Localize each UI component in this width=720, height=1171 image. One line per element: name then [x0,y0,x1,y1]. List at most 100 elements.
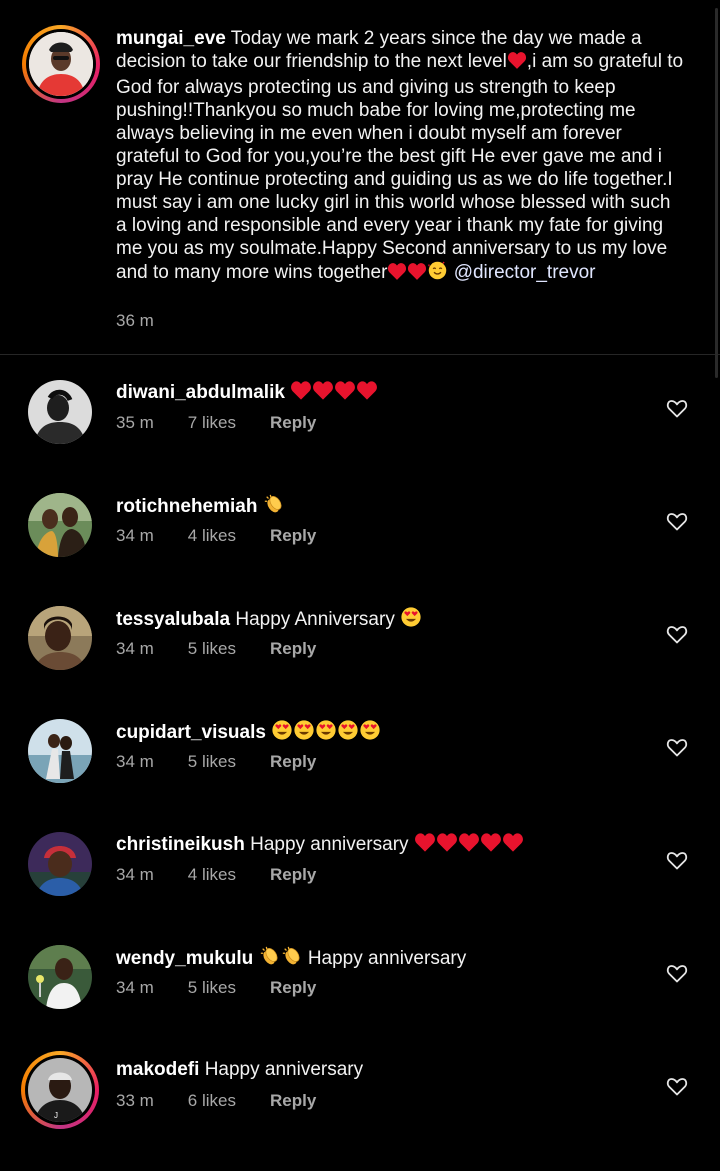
heart-emoji [458,832,480,860]
heart-eyes-emoji [315,719,337,748]
commenter-story-ring[interactable]: J [21,1051,99,1129]
comment-item: cupidart_visuals 34 m 5 likes Reply [0,719,720,832]
comment-timestamp: 34 m [116,526,154,545]
comment-meta: 35 m 7 likes Reply [116,413,316,433]
comment-body: diwani_abdulmalik [116,380,378,408]
clapping-hands-emoji [281,945,303,974]
heart-eyes-emoji [400,606,422,635]
comment-username[interactable]: wendy_mukulu [116,948,253,969]
heart-eyes-emoji [293,719,315,748]
heart-eyes-emoji [359,719,381,748]
heart-outline-icon[interactable] [665,848,689,872]
comment-meta: 34 m 5 likes Reply [116,978,316,998]
heart-emoji [414,832,436,860]
comment-meta: 34 m 5 likes Reply [116,639,316,659]
caption-username[interactable]: mungai_eve [116,28,226,49]
comment-username[interactable]: rotichnehemiah [116,496,257,517]
caption-text: mungai_eve Today we mark 2 years since t… [116,27,686,287]
author-avatar[interactable] [29,32,93,96]
scrollbar[interactable] [715,8,718,378]
comment-timestamp: 34 m [116,639,154,658]
heart-eyes-emoji [337,719,359,748]
comment-text: Happy anniversary [250,834,409,855]
comment-timestamp: 33 m [116,1091,154,1110]
caption-body-continued: ,i am so grateful to God for always prot… [116,51,684,283]
heart-outline-icon[interactable] [665,735,689,759]
comment-likes-count[interactable]: 5 likes [188,752,236,772]
comment-body: makodefi Happy anniversary [116,1058,363,1082]
heart-outline-icon[interactable] [665,961,689,985]
comment-item: rotichnehemiah 34 m 4 likes Reply [0,493,720,606]
reply-button[interactable]: Reply [270,865,316,885]
reply-button[interactable]: Reply [270,413,316,433]
comment-username[interactable]: cupidart_visuals [116,722,266,743]
mention-link[interactable]: @director_trevor [454,262,596,283]
svg-text:J: J [54,1111,58,1120]
clapping-hands-emoji [263,493,285,522]
comment-username[interactable]: diwani_abdulmalik [116,382,285,403]
commenter-avatar[interactable] [28,832,92,896]
comment-body: cupidart_visuals [116,719,381,748]
commenter-avatar[interactable] [28,945,92,1009]
commenter-avatar[interactable] [28,719,92,783]
comment-timestamp: 34 m [116,978,154,997]
reply-button[interactable]: Reply [270,1091,316,1111]
reply-button[interactable]: Reply [270,639,316,659]
comment-text: Happy anniversary [204,1059,364,1080]
post-caption: mungai_eve Today we mark 2 years since t… [0,0,720,354]
commenter-avatar[interactable]: J [28,1058,92,1122]
comment-likes-count[interactable]: 5 likes [188,639,236,659]
heart-outline-icon[interactable] [665,396,689,420]
comment-item: Jmakodefi Happy anniversary 33 m 6 likes R… [0,1051,720,1171]
comment-body: wendy_mukulu Happy anniversary [116,945,466,974]
clapping-hands-emoji [259,945,281,974]
commenter-avatar[interactable] [28,380,92,444]
heart-emoji [312,380,334,408]
comment-timestamp: 34 m [116,865,154,884]
comment-meta: 33 m 6 likes Reply [116,1091,316,1111]
heart-emoji [480,832,502,860]
heart-emoji [387,262,407,287]
comment-body: tessyalubala Happy Anniversary [116,606,422,635]
heart-emoji [502,832,524,860]
comment-item: wendy_mukulu Happy anniversary 34 m 5 like… [0,945,720,1058]
comment-text: Happy anniversary [307,948,467,969]
comment-likes-count[interactable]: 5 likes [188,978,236,998]
comment-username[interactable]: tessyalubala [116,609,230,630]
comment-username[interactable]: christineikush [116,834,245,855]
comment-meta: 34 m 4 likes Reply [116,526,316,546]
caption-timestamp: 36 m [116,311,154,330]
comment-meta: 34 m 5 likes Reply [116,752,316,772]
reply-button[interactable]: Reply [270,752,316,772]
comment-likes-count[interactable]: 4 likes [188,865,236,885]
caption-divider [0,354,720,355]
comment-meta: 34 m 4 likes Reply [116,865,316,885]
reply-button[interactable]: Reply [270,978,316,998]
heart-outline-icon[interactable] [665,509,689,533]
comment-likes-count[interactable]: 4 likes [188,526,236,546]
comment-timestamp: 35 m [116,413,154,432]
heart-emoji [407,262,427,287]
comment-item: tessyalubala Happy Anniversary 34 m 5 lik… [0,606,720,719]
comment-timestamp: 34 m [116,752,154,771]
commenter-avatar[interactable] [28,606,92,670]
heart-outline-icon[interactable] [665,1074,689,1098]
heart-emoji [436,832,458,860]
comment-body: christineikush Happy anniversary [116,832,524,860]
comment-text: Happy Anniversary [235,609,395,630]
author-story-ring[interactable] [22,25,100,103]
reply-button[interactable]: Reply [270,526,316,546]
comment-likes-count[interactable]: 6 likes [188,1091,236,1111]
smiling-face-with-hearts-emoji [427,260,448,287]
comment-likes-count[interactable]: 7 likes [188,413,236,433]
heart-emoji [290,380,312,408]
heart-emoji [507,51,527,76]
heart-emoji [356,380,378,408]
heart-eyes-emoji [271,719,293,748]
comment-item: diwani_abdulmalik 35 m 7 likes Reply [0,380,720,493]
comment-username[interactable]: makodefi [116,1059,199,1080]
heart-emoji [334,380,356,408]
heart-outline-icon[interactable] [665,622,689,646]
commenter-avatar[interactable] [28,493,92,557]
comment-body: rotichnehemiah [116,493,285,522]
